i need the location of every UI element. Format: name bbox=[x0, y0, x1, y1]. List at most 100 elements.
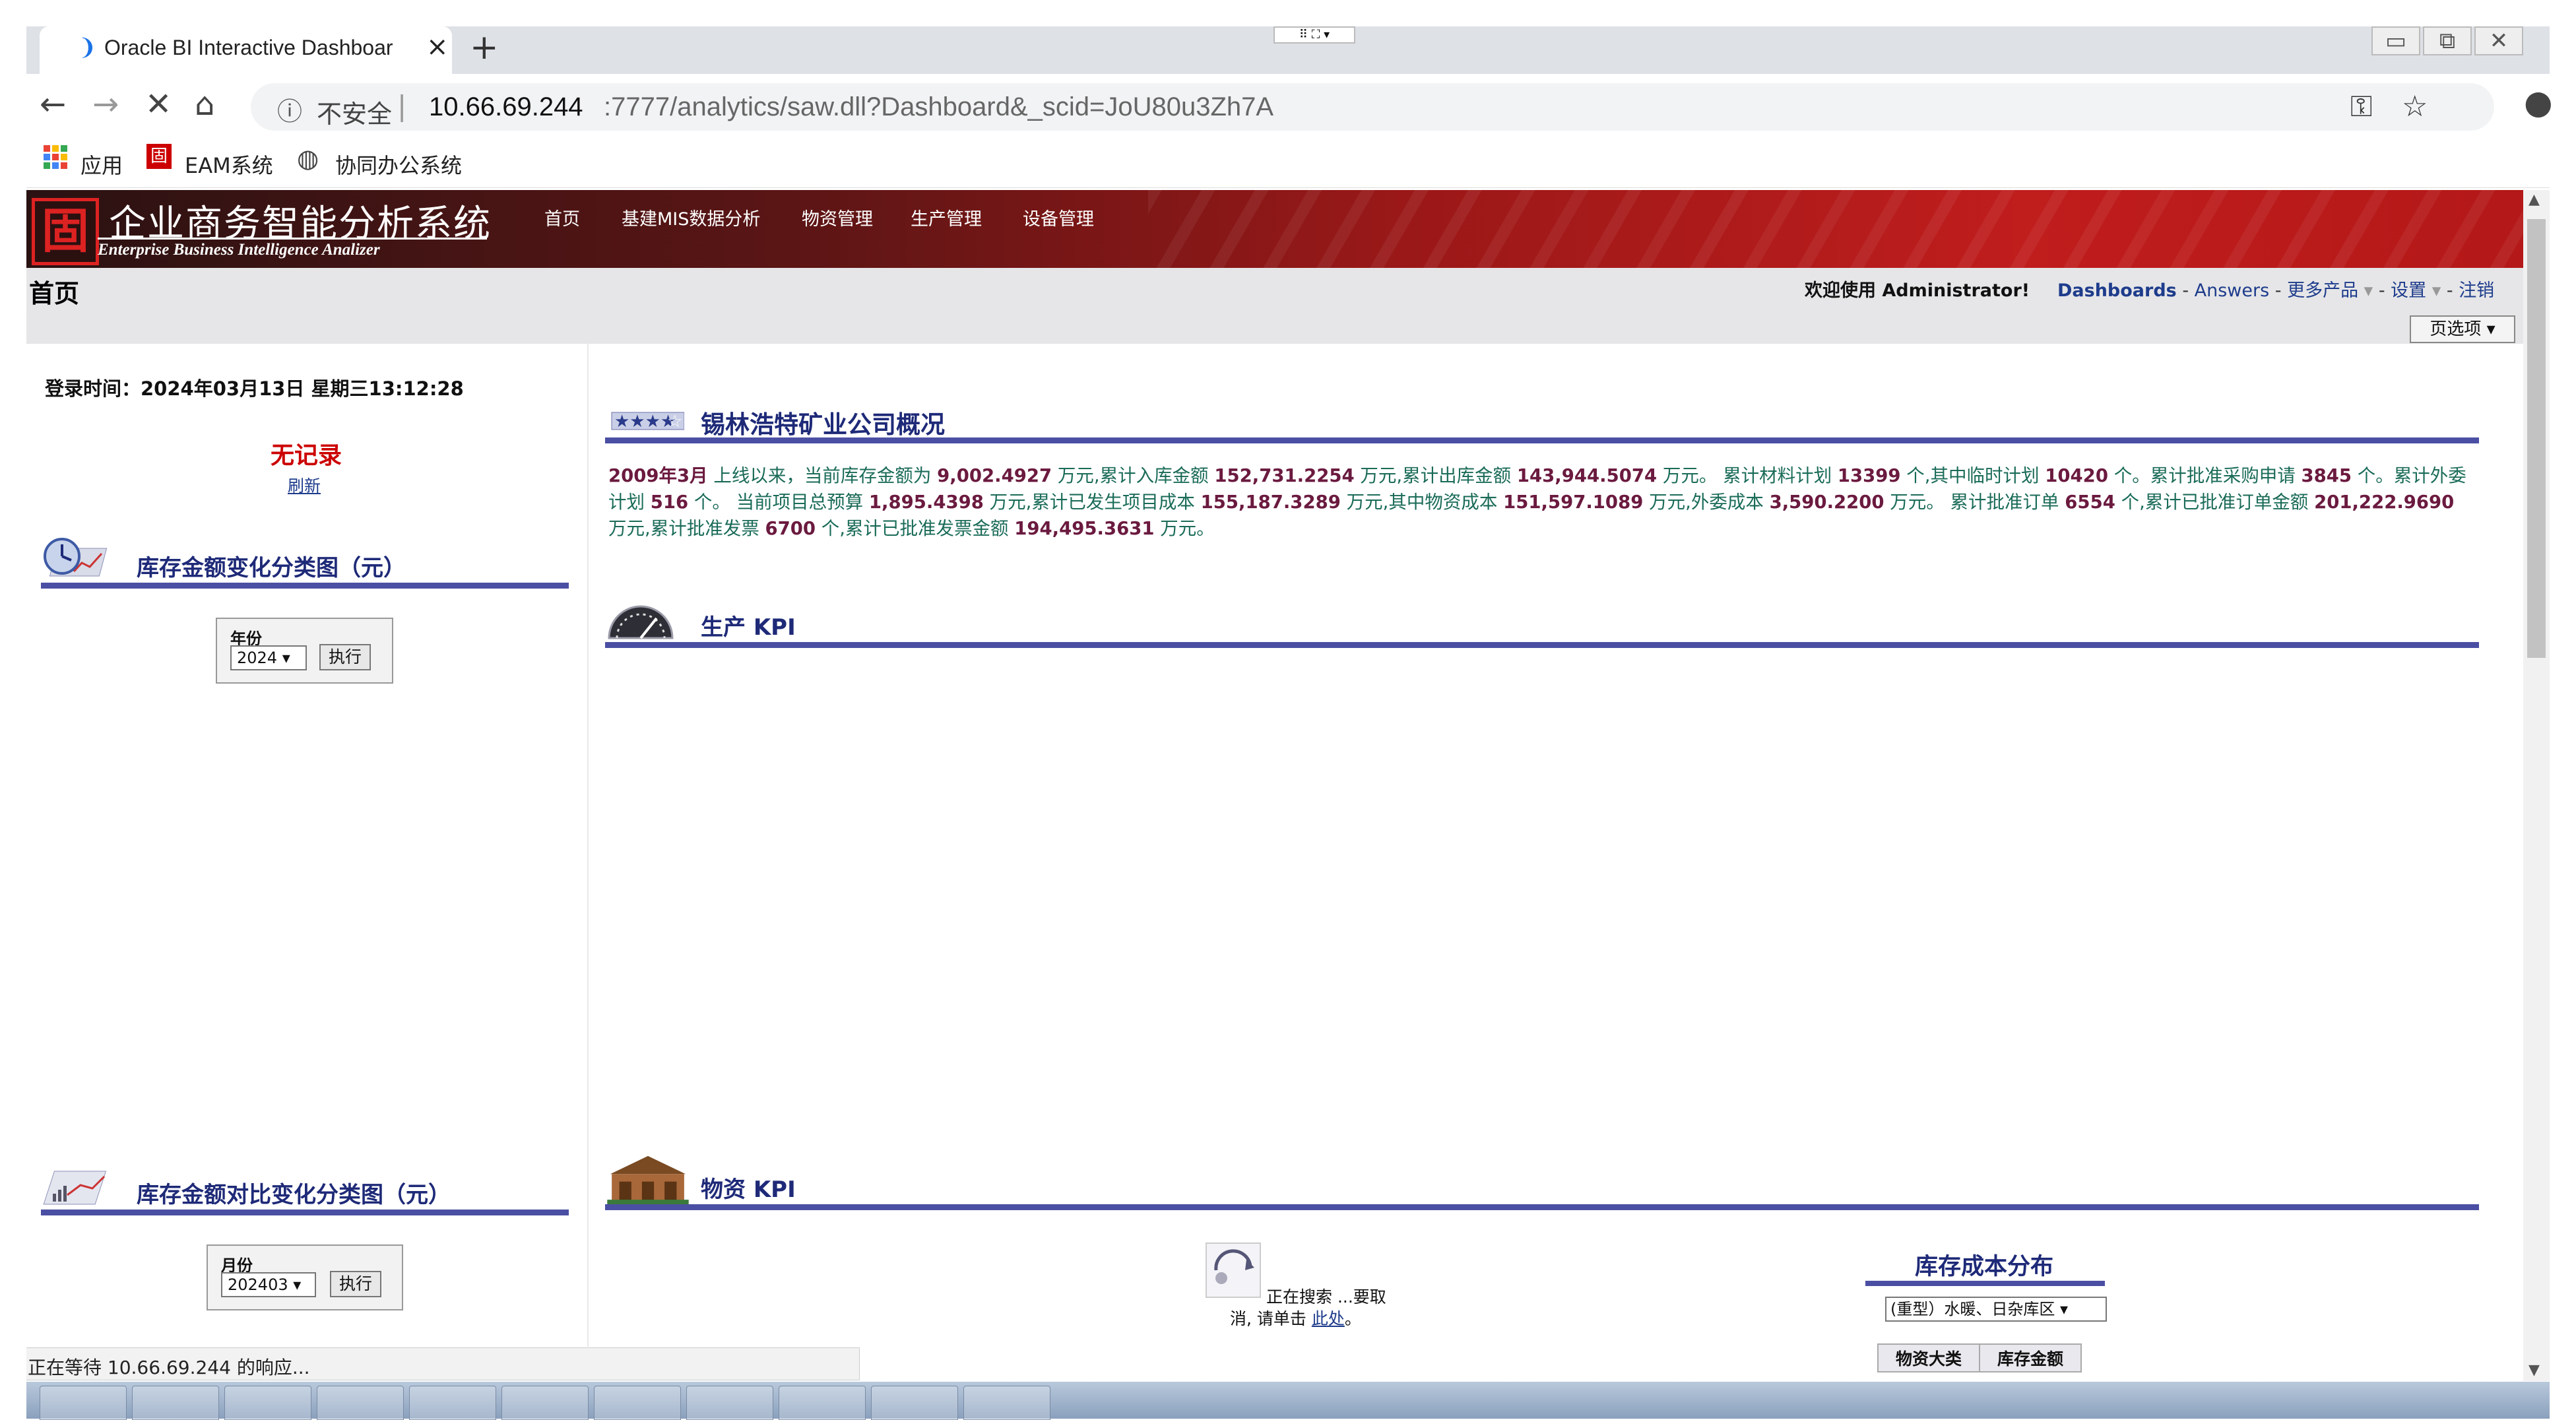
month-select[interactable]: 202403 ▾ bbox=[221, 1272, 316, 1297]
home-icon[interactable]: ⌂ bbox=[195, 86, 214, 123]
month-execute-button[interactable]: 执行 bbox=[330, 1271, 382, 1297]
taskbar-item[interactable] bbox=[224, 1386, 311, 1420]
new-tab-icon[interactable]: + bbox=[470, 28, 499, 67]
link-answers[interactable]: Answers bbox=[2195, 280, 2270, 301]
link-settings[interactable]: 设置 bbox=[2391, 280, 2426, 301]
chart-icon bbox=[43, 1171, 107, 1205]
link-logout[interactable]: 注销 bbox=[2459, 280, 2494, 301]
window-drag-handle[interactable]: ⠿ ⛶ ▾ bbox=[1273, 26, 1355, 44]
year-prompt: 年份 2024 ▾ 执行 bbox=[216, 618, 393, 684]
close-window-icon[interactable]: ✕ bbox=[2474, 26, 2523, 55]
browser-tab-bar: ⠿ ⛶ ▾ ❩ Oracle BI Interactive Dashboar ×… bbox=[26, 26, 2550, 74]
url-path: :7777/analytics/saw.dll?Dashboard&_scid=… bbox=[604, 92, 1274, 121]
app-banner: 固 企业商务智能分析系统 Enterprise Business Intelli… bbox=[26, 190, 2523, 268]
taskbar-item[interactable] bbox=[871, 1386, 958, 1420]
section-divider bbox=[41, 583, 569, 589]
nav-equipment[interactable]: 设备管理 bbox=[1023, 205, 1094, 230]
os-taskbar bbox=[26, 1382, 2550, 1420]
apps-icon[interactable] bbox=[44, 145, 67, 169]
year-select[interactable]: 2024 ▾ bbox=[230, 645, 307, 670]
material-kpi-title: 物资 KPI bbox=[701, 1177, 796, 1203]
section-divider bbox=[605, 437, 2479, 443]
taskbar-item[interactable] bbox=[963, 1386, 1050, 1420]
cost-table: 物资大类 库存金额 bbox=[1877, 1343, 2082, 1372]
insecure-label: 不安全 bbox=[317, 100, 393, 129]
left-panel: 登录时间：2024年03月13日 星期三13:12:28 无记录 刷新 库存金额… bbox=[26, 344, 589, 1347]
status-text: 正在等待 10.66.69.244 的响应... bbox=[28, 1357, 310, 1378]
brand-subtitle: Enterprise Business Intelligence Analize… bbox=[98, 238, 487, 259]
inventory-compare-section: 库存金额对比变化分类图（元） bbox=[41, 1162, 595, 1215]
back-icon[interactable]: ← bbox=[40, 86, 66, 123]
overview-title: 锡林浩特矿业公司概况 bbox=[701, 410, 945, 439]
star-icon[interactable]: ☆ bbox=[2402, 90, 2428, 123]
section-divider bbox=[605, 642, 2479, 648]
forward-icon[interactable]: → bbox=[92, 86, 119, 123]
taskbar-item[interactable] bbox=[594, 1386, 681, 1420]
warehouse-icon bbox=[607, 1155, 689, 1204]
scrollbar-thumb[interactable] bbox=[2527, 219, 2546, 658]
tab-title: Oracle BI Interactive Dashboar bbox=[104, 36, 393, 59]
taskbar-item[interactable] bbox=[132, 1386, 219, 1420]
loading-spinner-icon: ❩ bbox=[78, 34, 97, 61]
address-bar[interactable]: ⓘ 不安全 | 10.66.69.244 :7777/analytics/saw… bbox=[251, 83, 2494, 131]
bookmark-eam[interactable]: EAM系统 bbox=[185, 149, 273, 179]
loading-message: 正在搜索 ...要取 bbox=[1266, 1287, 1386, 1307]
inventory-change-title: 库存金额变化分类图（元） bbox=[137, 555, 406, 581]
inventory-change-section: 库存金额变化分类图（元） bbox=[41, 535, 595, 589]
bookmark-oa[interactable]: 协同办公系统 bbox=[335, 149, 462, 179]
production-kpi-title: 生产 KPI bbox=[701, 614, 796, 641]
table-header-amount[interactable]: 库存金额 bbox=[1979, 1343, 2082, 1372]
minimize-icon[interactable]: ▭ bbox=[2371, 26, 2420, 55]
scroll-up-icon[interactable]: ▲ bbox=[2528, 191, 2540, 208]
page-title: 首页 bbox=[29, 279, 80, 308]
svg-text:☆: ☆ bbox=[667, 412, 682, 432]
info-icon[interactable]: ⓘ bbox=[277, 91, 302, 127]
company-logo: 固 bbox=[32, 198, 99, 265]
table-header-category[interactable]: 物资大类 bbox=[1877, 1343, 1981, 1372]
nav-mis-analysis[interactable]: 基建MIS数据分析 bbox=[622, 205, 760, 230]
dashboard-header: 首页 欢迎使用 Administrator! Dashboards - Answ… bbox=[26, 268, 2523, 344]
page-options-button[interactable]: 页选项 ▾ bbox=[2410, 315, 2515, 343]
bookmarks-bar: 应用 固 EAM系统 ◍ 协同办公系统 bbox=[26, 140, 2550, 188]
nav-home[interactable]: 首页 bbox=[544, 205, 580, 230]
restore-icon[interactable]: ⧉ bbox=[2423, 26, 2472, 55]
taskbar-item[interactable] bbox=[317, 1386, 404, 1420]
refresh-link[interactable]: 刷新 bbox=[288, 473, 321, 497]
url-host: 10.66.69.244 bbox=[429, 92, 583, 121]
eam-icon: 固 bbox=[146, 144, 172, 169]
window-controls: ▭ ⧉ ✕ bbox=[2369, 26, 2523, 55]
year-execute-button[interactable]: 执行 bbox=[319, 644, 371, 670]
key-icon[interactable]: ⚿ bbox=[2350, 90, 2372, 123]
bookmark-apps[interactable]: 应用 bbox=[80, 149, 123, 179]
scroll-down-icon[interactable]: ▼ bbox=[2528, 1362, 2540, 1378]
browser-status-bar: 正在等待 10.66.69.244 的响应... bbox=[26, 1347, 860, 1380]
globe-icon: ◍ bbox=[297, 144, 319, 173]
section-divider bbox=[41, 1210, 569, 1215]
cancel-link[interactable]: 此处 bbox=[1312, 1309, 1345, 1328]
taskbar-item[interactable] bbox=[40, 1386, 127, 1420]
taskbar-item[interactable] bbox=[409, 1386, 496, 1420]
taskbar-item[interactable] bbox=[779, 1386, 866, 1420]
page-scrollbar[interactable]: ▲ ▼ bbox=[2523, 190, 2550, 1381]
overview-section: ★★★★ ☆ 锡林浩特矿业公司概况 bbox=[605, 390, 2479, 443]
nav-production[interactable]: 生产管理 bbox=[911, 205, 982, 230]
cost-distribution-title: 库存成本分布 bbox=[1914, 1254, 2053, 1280]
tab-close-icon[interactable]: × bbox=[426, 32, 449, 62]
warehouse-select[interactable]: (重型）水暖、日杂库区 ▾ bbox=[1885, 1297, 2107, 1322]
browser-toolbar: ← → ✕ ⌂ ⓘ 不安全 | 10.66.69.244 :7777/analy… bbox=[26, 74, 2553, 140]
searching-icon bbox=[1206, 1242, 1261, 1298]
stop-icon[interactable]: ✕ bbox=[145, 86, 172, 123]
link-dashboards[interactable]: Dashboards bbox=[2057, 280, 2177, 301]
nav-materials[interactable]: 物资管理 bbox=[802, 205, 873, 230]
taskbar-item[interactable] bbox=[686, 1386, 773, 1420]
taskbar-item[interactable] bbox=[501, 1386, 589, 1420]
profile-icon[interactable]: ● bbox=[2524, 83, 2553, 121]
overview-paragraph: 2009年3月 上线以来，当前库存金额为 9,002.4927 万元,累计入库金… bbox=[608, 465, 2466, 539]
url-separator: | bbox=[397, 90, 407, 122]
loading-cancel-message: 消, 请单击 此处。 bbox=[1230, 1309, 1361, 1328]
cost-title-underline bbox=[1865, 1281, 2105, 1286]
browser-tab[interactable]: ❩ Oracle BI Interactive Dashboar × bbox=[40, 26, 452, 74]
clock-chart-icon bbox=[44, 538, 108, 577]
link-more-products[interactable]: 更多产品 bbox=[2287, 280, 2358, 301]
section-divider bbox=[605, 1204, 2479, 1210]
